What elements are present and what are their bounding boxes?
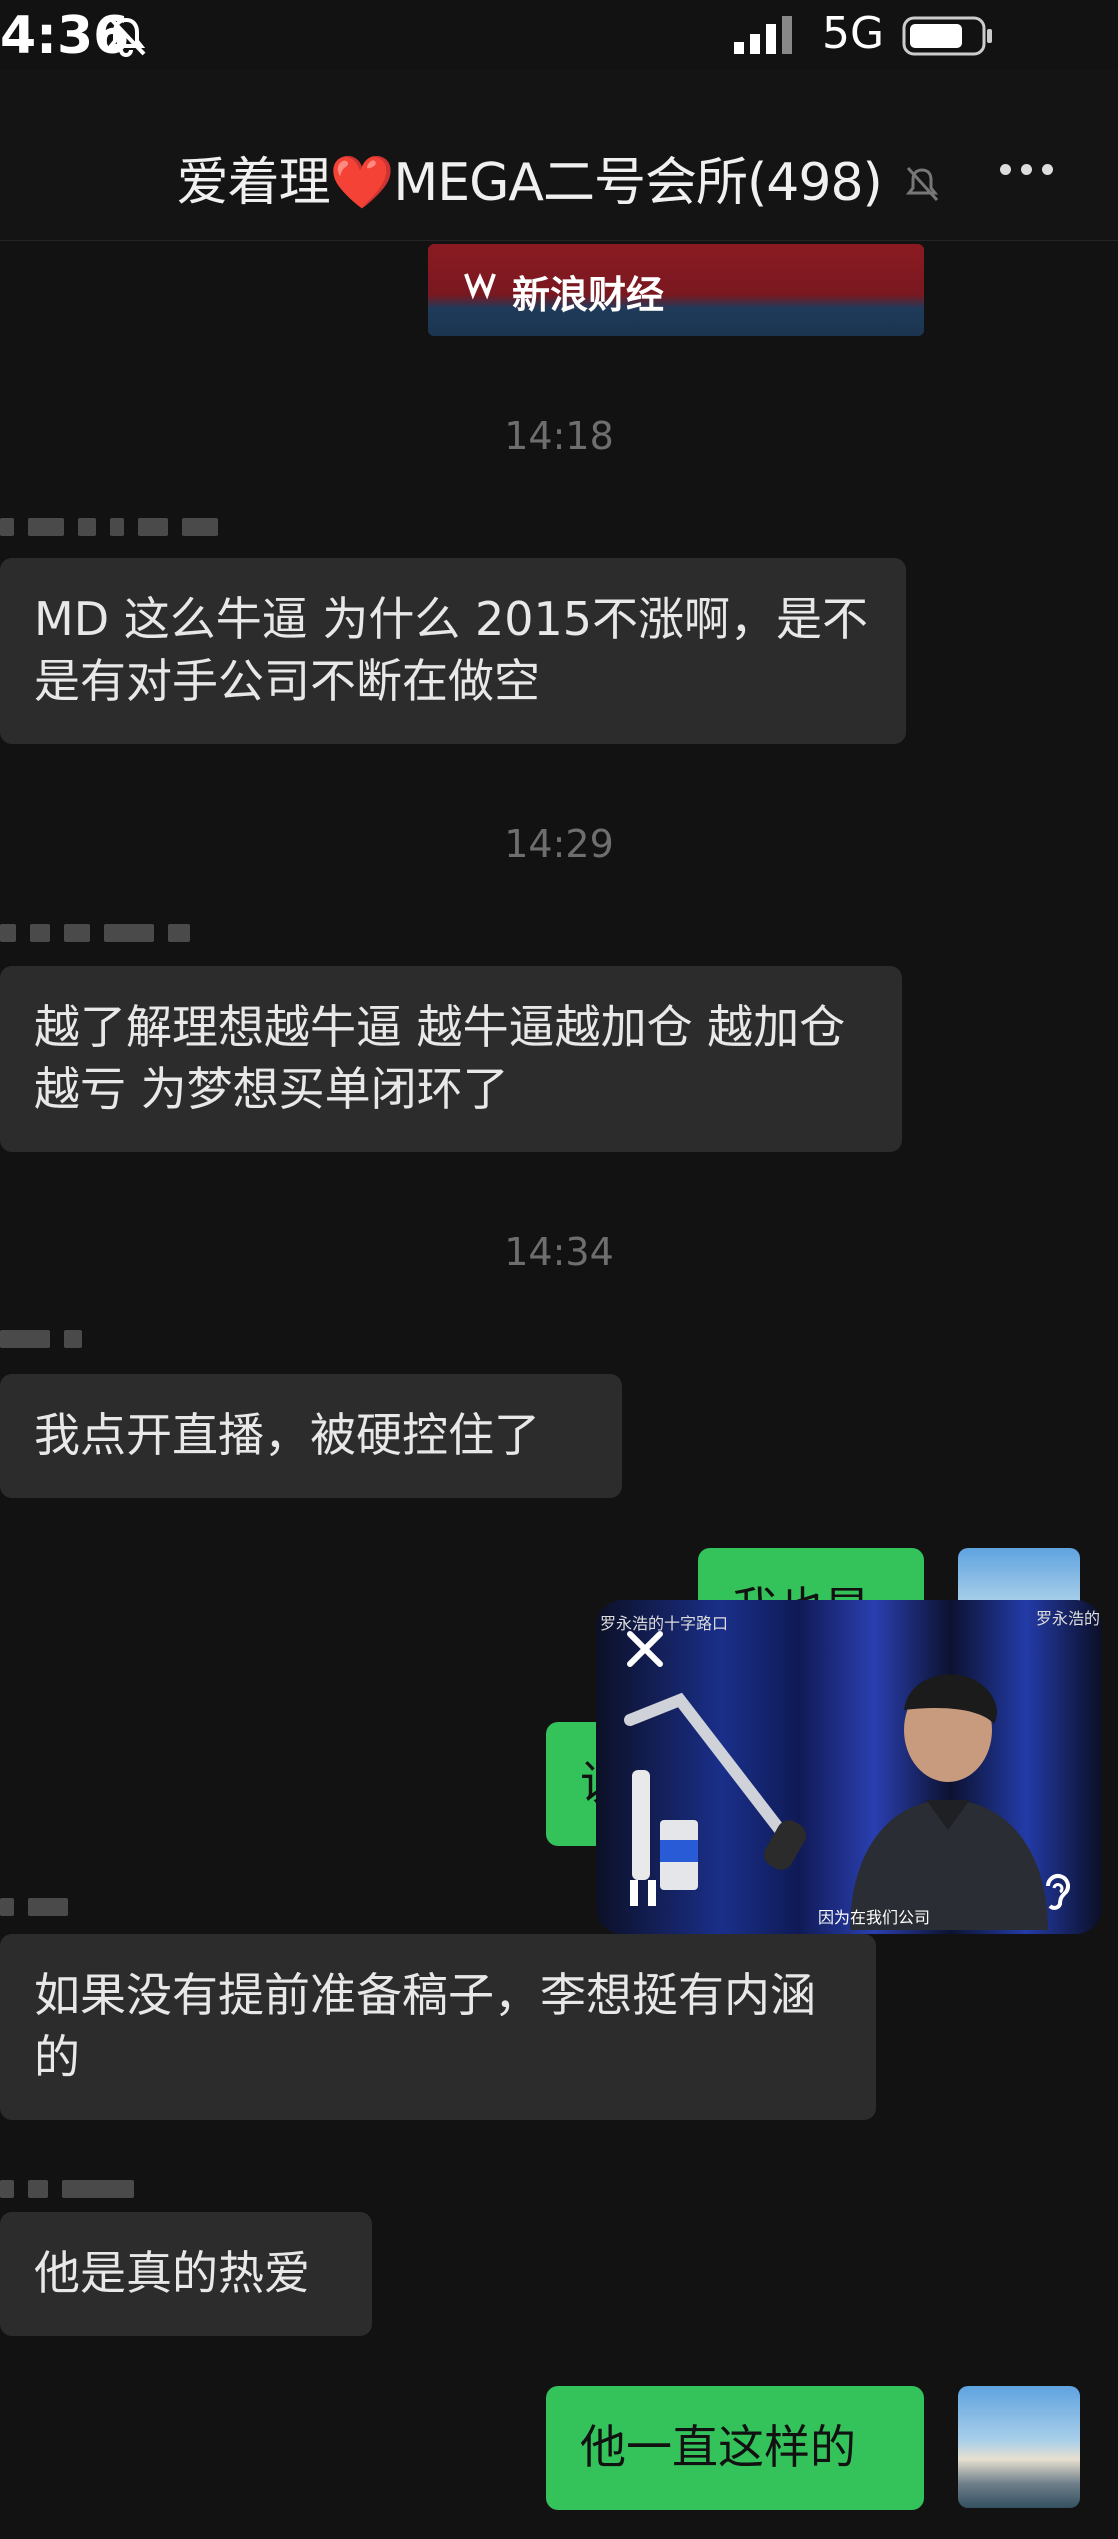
sender-name-blurred xyxy=(0,924,204,946)
title-suffix: MEGA二号会所 xyxy=(393,153,748,213)
battery-icon xyxy=(902,16,992,56)
member-count: (498) xyxy=(747,153,883,213)
ear-audio-icon[interactable] xyxy=(1040,1870,1074,1914)
speaker-figure xyxy=(850,1674,1048,1930)
video-watermark: 罗永浩的 xyxy=(1036,1609,1101,1628)
bell-off-icon xyxy=(106,16,146,57)
timestamp: 14:18 xyxy=(504,414,614,458)
shared-video-card[interactable]: 新浪财经 xyxy=(428,244,924,336)
message-bubble[interactable]: MD 这么牛逼 为什么 2015不涨啊，是不是有对手公司不断在做空 xyxy=(0,558,906,744)
my-avatar[interactable] xyxy=(958,2386,1080,2508)
more-options-icon[interactable] xyxy=(1000,160,1070,180)
sender-name-blurred xyxy=(0,518,232,540)
sender-name-blurred xyxy=(0,1330,96,1352)
chat-title[interactable]: 爱着理❤️MEGA二号会所(498) xyxy=(0,140,1118,215)
pause-icon[interactable] xyxy=(626,1876,662,1910)
card-source: 新浪财经 xyxy=(512,273,665,317)
message-bubble[interactable]: 我点开直播，被硬控住了 xyxy=(0,1374,622,1498)
close-icon[interactable] xyxy=(624,1628,666,1670)
signal-icon xyxy=(734,16,792,54)
network-type: 5G xyxy=(822,8,885,59)
video-subtitle: 因为在我们公司 xyxy=(818,1908,931,1927)
sender-name-blurred xyxy=(0,2180,148,2202)
message-bubble[interactable]: 如果没有提前准备稿子，李想挺有内涵的 xyxy=(0,1934,876,2120)
timestamp: 14:29 xyxy=(504,822,614,866)
heart-emoji: ❤️ xyxy=(329,153,395,213)
message-bubble[interactable]: 他是真的热爱 xyxy=(0,2212,372,2336)
message-bubble[interactable]: 越了解理想越牛逼 越牛逼越加仓 越加仓越亏 为梦想买单闭环了 xyxy=(0,966,902,1152)
weibo-logo-icon xyxy=(464,273,496,300)
timestamp: 14:34 xyxy=(504,1230,614,1274)
title-prefix: 爱着理 xyxy=(176,153,331,213)
mute-bell-icon xyxy=(906,166,939,202)
message-bubble-outgoing[interactable]: 他一直这样的 xyxy=(546,2386,924,2510)
sender-name-blurred xyxy=(0,1898,82,1920)
